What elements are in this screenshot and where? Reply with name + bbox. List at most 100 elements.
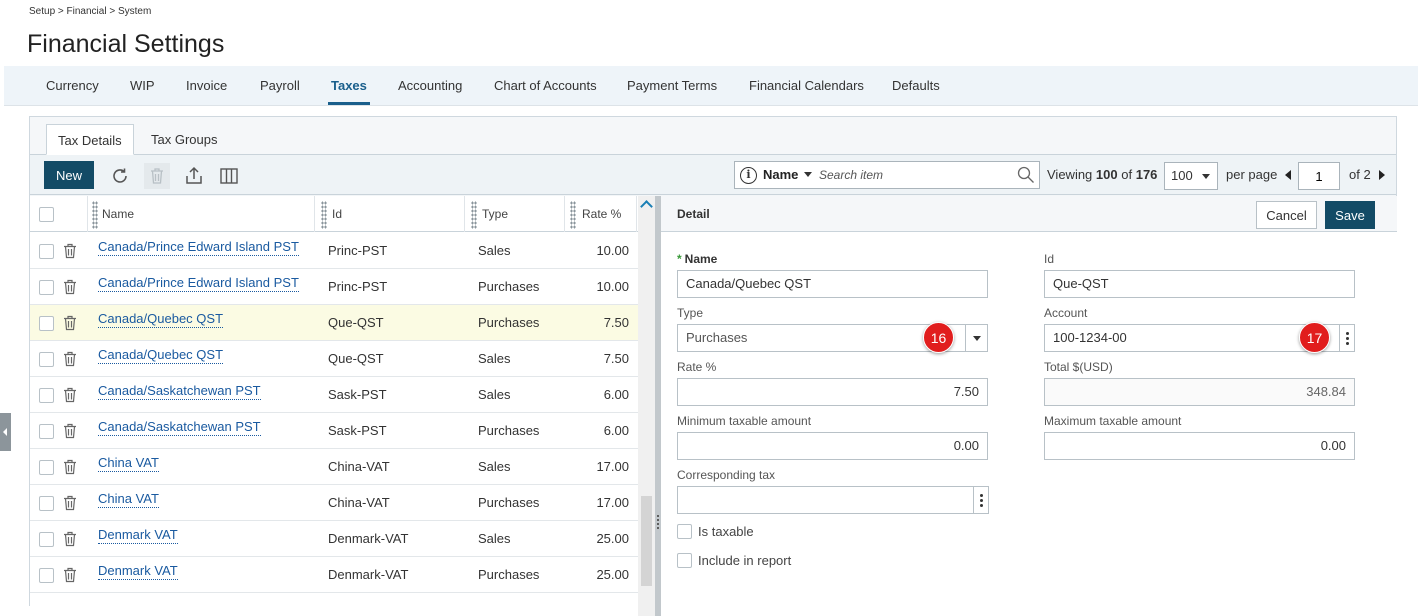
save-button[interactable]: Save bbox=[1325, 201, 1375, 229]
select-all-checkbox[interactable] bbox=[39, 207, 54, 222]
account-more-icon[interactable] bbox=[1339, 325, 1354, 351]
table-row[interactable]: Canada/Quebec QST Que-QST Sales 7.50 bbox=[30, 341, 638, 377]
column-grip-icon[interactable] bbox=[92, 201, 98, 229]
column-header-id[interactable]: Id bbox=[332, 196, 342, 232]
row-name-link[interactable]: China VAT bbox=[98, 456, 159, 472]
page-title: Financial Settings bbox=[27, 30, 225, 58]
subtab-tax-details[interactable]: Tax Details bbox=[46, 124, 134, 155]
trash-icon[interactable] bbox=[63, 531, 77, 552]
table-row[interactable]: China VAT China-VAT Purchases 17.00 bbox=[30, 485, 638, 521]
row-name-link[interactable]: Denmark VAT bbox=[98, 528, 178, 544]
table-row[interactable]: Canada/Saskatchewan PST Sask-PST Purchases… bbox=[30, 413, 638, 449]
tab-taxes[interactable]: Taxes bbox=[328, 66, 370, 106]
table-row[interactable]: China VAT China-VAT Sales 17.00 bbox=[30, 449, 638, 485]
row-name-link[interactable]: Canada/Prince Edward Island PST bbox=[98, 240, 299, 256]
is-taxable-checkbox[interactable] bbox=[677, 524, 692, 539]
row-rate: 10.00 bbox=[596, 279, 629, 294]
tab-financial-calendars[interactable]: Financial Calendars bbox=[749, 66, 864, 106]
row-rate: 17.00 bbox=[596, 459, 629, 474]
corresponding-tax-more-icon[interactable] bbox=[973, 487, 988, 513]
table-row[interactable]: Denmark VAT Denmark-VAT Sales 25.00 bbox=[30, 521, 638, 557]
trash-icon[interactable] bbox=[63, 279, 77, 300]
search-icon[interactable] bbox=[1017, 166, 1035, 184]
min-taxable-field[interactable]: 0.00 bbox=[677, 432, 988, 460]
tab-invoice[interactable]: Invoice bbox=[186, 66, 227, 106]
include-report-checkbox[interactable] bbox=[677, 553, 692, 568]
column-header-type[interactable]: Type bbox=[482, 196, 508, 232]
page-number-input[interactable] bbox=[1298, 162, 1340, 190]
search-field-dropdown[interactable]: Name bbox=[763, 162, 813, 188]
delete-icon[interactable] bbox=[144, 163, 170, 189]
columns-icon[interactable] bbox=[216, 163, 242, 189]
refresh-icon[interactable] bbox=[107, 163, 133, 189]
row-checkbox[interactable] bbox=[39, 280, 54, 295]
is-taxable-option: Is taxable bbox=[677, 524, 754, 539]
table-row[interactable]: Canada/Prince Edward Island PST Princ-PST… bbox=[30, 233, 638, 269]
new-button[interactable]: New bbox=[44, 161, 94, 189]
row-name-link[interactable]: Canada/Quebec QST bbox=[98, 312, 224, 328]
table-row[interactable]: Denmark VAT Denmark-VAT Purchases 25.00 bbox=[30, 557, 638, 593]
cancel-button[interactable]: Cancel bbox=[1256, 201, 1317, 229]
tab-currency[interactable]: Currency bbox=[46, 66, 99, 106]
tab-payment-terms[interactable]: Payment Terms bbox=[627, 66, 717, 106]
table-row[interactable]: Canada/Quebec QST Que-QST Purchases 7.50 bbox=[30, 305, 638, 341]
scroll-up-icon[interactable] bbox=[640, 200, 653, 213]
trash-icon[interactable] bbox=[63, 495, 77, 516]
trash-icon[interactable] bbox=[63, 243, 77, 264]
row-checkbox[interactable] bbox=[39, 496, 54, 511]
rate-label: Rate % bbox=[677, 360, 717, 374]
row-checkbox[interactable] bbox=[39, 352, 54, 367]
next-page-button[interactable] bbox=[1379, 170, 1385, 180]
row-checkbox[interactable] bbox=[39, 316, 54, 331]
tab-payroll[interactable]: Payroll bbox=[260, 66, 300, 106]
subtab-tax-groups[interactable]: Tax Groups bbox=[140, 124, 228, 155]
rate-field[interactable]: 7.50 bbox=[677, 378, 988, 406]
row-checkbox[interactable] bbox=[39, 532, 54, 547]
trash-icon[interactable] bbox=[63, 459, 77, 480]
row-name-link[interactable]: Denmark VAT bbox=[98, 564, 178, 580]
row-name-link[interactable]: Canada/Saskatchewan PST bbox=[98, 384, 261, 400]
table-row[interactable]: Canada/Prince Edward Island PST Princ-PST… bbox=[30, 269, 638, 305]
id-field[interactable]: Que-QST bbox=[1044, 270, 1355, 298]
column-header-name[interactable]: Name bbox=[102, 196, 134, 232]
viewing-summary: Viewing 100 of 176 bbox=[1047, 167, 1158, 182]
grid-scrollbar[interactable] bbox=[638, 196, 655, 616]
row-checkbox[interactable] bbox=[39, 424, 54, 439]
tab-wip[interactable]: WIP bbox=[130, 66, 155, 106]
info-icon[interactable]: i bbox=[740, 167, 757, 184]
tab-accounting[interactable]: Accounting bbox=[398, 66, 462, 106]
row-name-link[interactable]: Canada/Quebec QST bbox=[98, 348, 224, 364]
search-input[interactable] bbox=[817, 164, 1013, 186]
row-checkbox[interactable] bbox=[39, 568, 54, 583]
row-checkbox[interactable] bbox=[39, 460, 54, 475]
trash-icon[interactable] bbox=[63, 387, 77, 408]
scrollbar-thumb[interactable] bbox=[641, 496, 652, 586]
total-field: 348.84 bbox=[1044, 378, 1355, 406]
collapse-panel-handle[interactable] bbox=[0, 413, 11, 451]
corresponding-tax-field[interactable] bbox=[677, 486, 989, 514]
export-icon[interactable] bbox=[181, 163, 207, 189]
row-name-link[interactable]: China VAT bbox=[98, 492, 159, 508]
prev-page-button[interactable] bbox=[1285, 170, 1291, 180]
table-row[interactable]: Canada/Saskatchewan PST Sask-PST Sales 6.00 bbox=[30, 377, 638, 413]
column-grip-icon[interactable] bbox=[570, 201, 576, 229]
row-id: Denmark-VAT bbox=[328, 531, 409, 546]
per-page-select[interactable]: 100 bbox=[1164, 162, 1218, 190]
trash-icon[interactable] bbox=[63, 315, 77, 336]
trash-icon[interactable] bbox=[63, 567, 77, 588]
row-type: Sales bbox=[478, 387, 511, 402]
column-header-rate[interactable]: Rate % bbox=[582, 196, 621, 232]
column-grip-icon[interactable] bbox=[471, 201, 477, 229]
name-field[interactable]: Canada/Quebec QST bbox=[677, 270, 988, 298]
row-name-link[interactable]: Canada/Prince Edward Island PST bbox=[98, 276, 299, 292]
row-checkbox[interactable] bbox=[39, 244, 54, 259]
column-grip-icon[interactable] bbox=[321, 201, 327, 229]
tab-chart-of-accounts[interactable]: Chart of Accounts bbox=[494, 66, 597, 106]
row-checkbox[interactable] bbox=[39, 388, 54, 403]
tab-defaults[interactable]: Defaults bbox=[892, 66, 940, 106]
trash-icon[interactable] bbox=[63, 423, 77, 444]
max-taxable-field[interactable]: 0.00 bbox=[1044, 432, 1355, 460]
row-name-link[interactable]: Canada/Saskatchewan PST bbox=[98, 420, 261, 436]
row-rate: 7.50 bbox=[603, 315, 629, 330]
trash-icon[interactable] bbox=[63, 351, 77, 372]
